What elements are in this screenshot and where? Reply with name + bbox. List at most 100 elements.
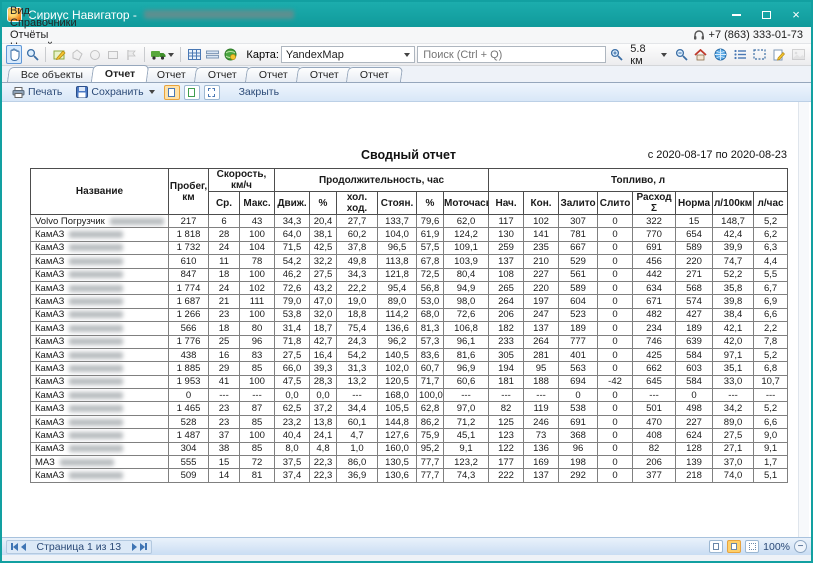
last-page-button[interactable] [140, 543, 147, 551]
column-header-0-0: Ср. [209, 192, 240, 215]
status-view-single-button[interactable] [709, 540, 723, 553]
vertical-scrollbar[interactable] [798, 102, 809, 537]
tab-0[interactable]: Все объекты [7, 67, 97, 82]
first-page-button[interactable] [11, 543, 18, 551]
table-cell: 4,8 [310, 442, 337, 455]
prev-page-button[interactable] [21, 543, 26, 551]
table-cell: 27,7 [337, 215, 378, 228]
vehicle-filter-button[interactable] [150, 45, 175, 64]
table-cell: 117 [489, 215, 524, 228]
table-cell: 425 [633, 348, 676, 361]
table-cell: 0 [598, 362, 633, 375]
tab-5[interactable]: Отчет [295, 67, 352, 82]
menu-item-1[interactable]: Справочники [2, 17, 85, 29]
zoom-tool-button[interactable] [24, 45, 40, 64]
save-button[interactable]: Сохранить [71, 84, 159, 100]
report-table: НазваниеПробег, кмСкорость, км/чПродолжи… [30, 168, 788, 483]
tab-label: Отчет [309, 69, 338, 81]
menu-item-0[interactable]: Вид [2, 5, 85, 17]
table-cell: 781 [559, 228, 598, 241]
flag-tool-button[interactable] [123, 45, 139, 64]
table-cell: 5,1 [754, 469, 788, 482]
tab-3[interactable]: Отчет [194, 67, 251, 82]
polygon-tool-button[interactable] [69, 45, 85, 64]
table-cell: 37,4 [275, 469, 310, 482]
table-cell: 4,4 [754, 255, 788, 268]
print-button[interactable]: Печать [7, 84, 67, 100]
rect-tool-button[interactable] [105, 45, 121, 64]
menu-item-2[interactable]: Отчёты [2, 29, 85, 41]
zoom-in-button[interactable] [608, 45, 626, 64]
table-cell: 22,3 [310, 469, 337, 482]
routes-view-button[interactable] [204, 45, 220, 64]
table-cell: 0 [676, 389, 713, 402]
status-view-fit-button[interactable] [727, 540, 741, 553]
tab-4[interactable]: Отчет [245, 67, 302, 82]
tab-2[interactable]: Отчет [143, 67, 200, 82]
table-cell: 27,5 [713, 429, 754, 442]
minimize-button[interactable] [721, 2, 751, 27]
next-page-button[interactable] [132, 543, 137, 551]
map-scale-select[interactable]: 5.8 км [627, 43, 670, 67]
edit-note-button[interactable] [770, 45, 788, 64]
vehicle-plate-redacted [69, 392, 123, 399]
home-button[interactable] [692, 45, 710, 64]
table-cell: 41 [209, 375, 240, 388]
map-scale-value: 5.8 км [630, 43, 657, 67]
view-whole-page-button[interactable] [204, 85, 220, 100]
view-fit-width-button[interactable] [184, 85, 200, 100]
globe-button[interactable] [711, 45, 729, 64]
search-input[interactable] [417, 46, 606, 63]
title-bar: Сириус Навигатор - × [2, 2, 811, 27]
table-cell: 322 [633, 215, 676, 228]
table-cell: 189 [676, 322, 713, 335]
map-select[interactable]: YandexMap [281, 46, 415, 63]
zoom-out-button[interactable] [672, 45, 690, 64]
circle-tool-button[interactable] [87, 45, 103, 64]
table-cell: 34,3 [275, 215, 310, 228]
app-window: Сириус Навигатор - × ВидСправочникиОтчёт… [0, 0, 813, 563]
column-group-1: Продолжительность, час [275, 169, 489, 192]
close-report-button[interactable]: Закрыть [234, 84, 284, 100]
edit-map-button[interactable] [51, 45, 67, 64]
status-view-multi-button[interactable] [745, 540, 759, 553]
table-cell: 9,1 [444, 442, 489, 455]
table-cell: 182 [489, 322, 524, 335]
zoom-decrease-button[interactable]: − [794, 540, 807, 553]
vehicle-plate-redacted [69, 338, 123, 345]
table-cell: 6,8 [754, 362, 788, 375]
close-button[interactable]: × [781, 2, 811, 27]
legend-list-button[interactable] [731, 45, 749, 64]
table-cell: 15 [676, 215, 713, 228]
table-cell: 0 [598, 348, 633, 361]
table-cell: 624 [676, 429, 713, 442]
table-cell: 5,2 [754, 402, 788, 415]
vehicle-plate-redacted [69, 325, 123, 332]
table-cell: 133,7 [378, 215, 417, 228]
table-cell: 42,4 [713, 228, 754, 241]
pan-tool-button[interactable] [6, 45, 22, 64]
table-view-button[interactable] [186, 45, 202, 64]
table-cell: 247 [524, 308, 559, 321]
table-cell: 566 [169, 322, 209, 335]
table-cell: 23 [209, 402, 240, 415]
view-single-page-button[interactable] [164, 85, 180, 100]
table-row: Volvo Погрузчик21764334,320,427,7133,779… [31, 215, 788, 228]
toolbar-separator [180, 47, 181, 62]
select-area-button[interactable] [751, 45, 769, 64]
table-cell: 24,3 [337, 335, 378, 348]
report-header-row: Сводный отчет с 2020-08-17 по 2020-08-23 [30, 148, 787, 164]
tab-1[interactable]: Отчет [91, 65, 150, 82]
table-cell: 568 [676, 281, 713, 294]
table-cell: 106,8 [444, 322, 489, 335]
table-cell: 0 [598, 228, 633, 241]
table-cell: 96 [240, 335, 275, 348]
maximize-button[interactable] [751, 2, 781, 27]
table-cell: 100 [240, 308, 275, 321]
page-icon [713, 543, 719, 550]
flag-tool-icon [125, 49, 137, 61]
geo-objects-button[interactable] [222, 45, 238, 64]
image-button[interactable] [790, 45, 808, 64]
page-dashed-icon [208, 88, 215, 97]
tab-6[interactable]: Отчет [346, 67, 403, 82]
